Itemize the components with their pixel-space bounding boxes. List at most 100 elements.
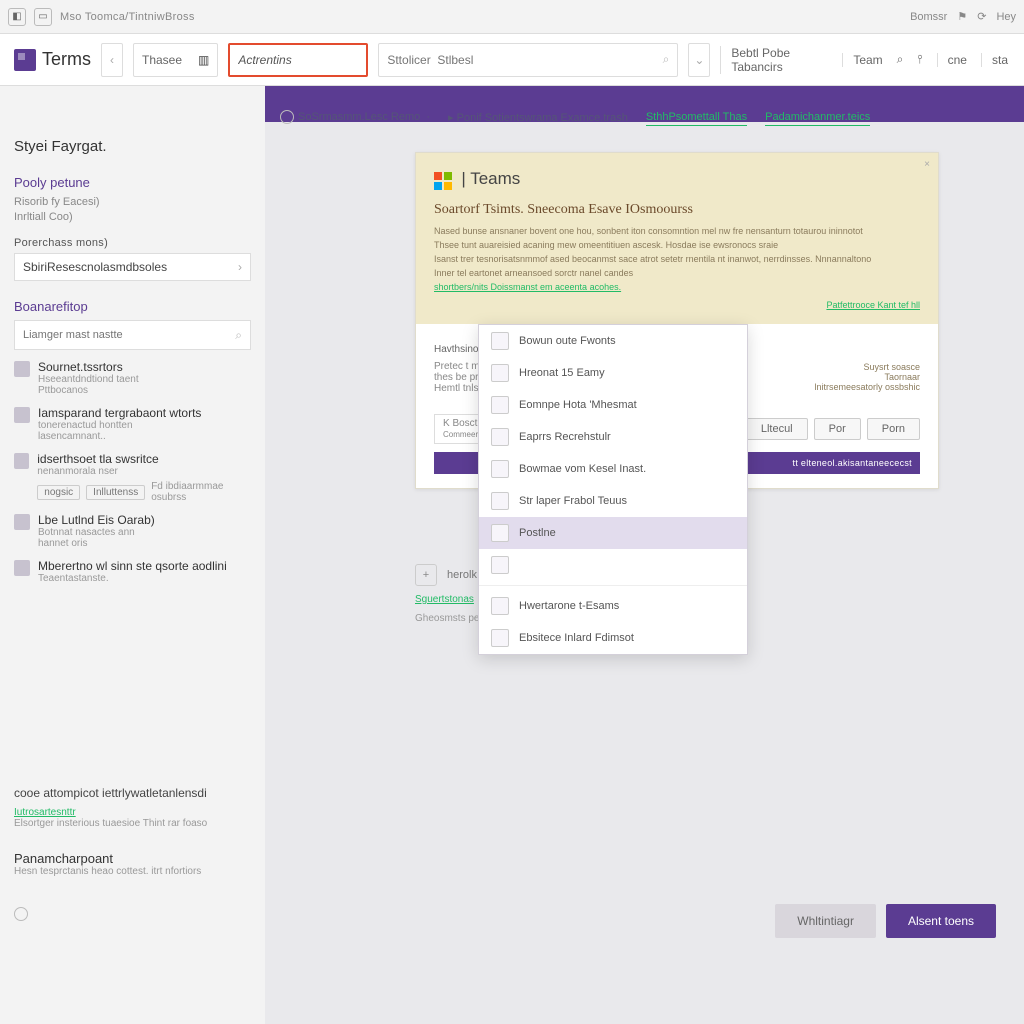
list-item-title: idserthsoet tla swsritce bbox=[37, 452, 251, 466]
menu-item[interactable]: Bowmae vom Kesel Inast. bbox=[479, 453, 747, 485]
tag-chip[interactable]: nogsic bbox=[37, 485, 80, 500]
search-icon: ⌕ bbox=[235, 328, 242, 343]
list-item[interactable]: Mberertno wl sinn ste qsorte aodliniTeae… bbox=[14, 559, 251, 584]
logo-icon bbox=[14, 49, 36, 71]
global-search[interactable]: ⌕ bbox=[378, 43, 678, 77]
menu-icon bbox=[491, 332, 509, 350]
card-button-2[interactable]: Por bbox=[814, 418, 861, 440]
menu-icon bbox=[491, 629, 509, 647]
sidebar-select-1-value: SbiriResescnolasmdbsoles bbox=[23, 260, 167, 274]
app-logo[interactable]: Terms bbox=[14, 49, 91, 71]
footer-note-2: Hesn tesprctanis heao cottest. itrt nfor… bbox=[14, 866, 994, 877]
nav-sta[interactable]: sta bbox=[981, 53, 1008, 67]
card-side-snippet-2: Suysrt soasce bbox=[814, 362, 920, 372]
nav-link-references[interactable]: Bebtl Pobe Tabancirs bbox=[720, 46, 828, 74]
list-item[interactable]: idserthsoet tla swsritcenenanmorala nser… bbox=[14, 452, 251, 503]
nav-cne[interactable]: cne bbox=[937, 53, 967, 67]
nav-search-icon[interactable]: ⌕ bbox=[897, 52, 904, 67]
sidebar-search[interactable]: ⌕ bbox=[14, 320, 251, 350]
list-item-meta: Pttbocanos bbox=[38, 385, 139, 396]
submit-button[interactable]: Alsent toens bbox=[886, 904, 996, 938]
list-item[interactable]: Lbe Lutlnd Eis Oarab)Botnnat nasactes an… bbox=[14, 513, 251, 549]
tab-0[interactable]: SoSrmasmm.Lesc Remo · bbox=[280, 110, 430, 127]
sidebar-group-title: Pooly petune bbox=[14, 175, 251, 190]
list-item-title: Lbe Lutlnd Eis Oarab) bbox=[38, 513, 155, 527]
card-side-snippet-4: lnitrsemeesatorly ossbshic bbox=[814, 382, 920, 392]
file-icon bbox=[14, 514, 30, 530]
menu-icon bbox=[491, 597, 509, 615]
menu-icon bbox=[491, 524, 509, 542]
chevron-right-icon: › bbox=[238, 260, 242, 274]
footer-link[interactable]: Iutrosartesnttr bbox=[14, 807, 76, 818]
page-title: Styei Fayrgat. bbox=[14, 138, 251, 155]
list-item-meta: hannet oris bbox=[38, 538, 155, 549]
tab-3[interactable]: Padamichanmer.teics bbox=[765, 111, 870, 126]
menu-icon bbox=[491, 556, 509, 574]
chip-extra: Fd ibdiaarmmae osubrss bbox=[151, 481, 251, 503]
list-item-title: Sournet.tssrtors bbox=[38, 360, 139, 374]
suggestions-link[interactable]: Sguertstonas bbox=[415, 594, 474, 605]
home-tab[interactable]: ▥ bbox=[133, 43, 218, 77]
card-side-link-1[interactable]: Patfettrooce Kant tef hll bbox=[826, 300, 920, 310]
footer-heading: Panamcharpoant bbox=[14, 851, 994, 866]
search-dropdown-button[interactable]: ⌄ bbox=[688, 43, 710, 77]
menu-item[interactable]: Ebsitece Inlard Fdimsot bbox=[479, 622, 747, 654]
list-item-sub: tonerenactud hontten bbox=[38, 420, 201, 431]
home-tab-label bbox=[142, 53, 192, 67]
window-app-icon[interactable]: ▭ bbox=[34, 8, 52, 26]
search-address-input[interactable] bbox=[228, 43, 368, 77]
tab-2[interactable]: SthhPsomettall Thas bbox=[646, 111, 747, 126]
cancel-button[interactable]: Whltintiagr bbox=[775, 904, 876, 938]
menu-icon bbox=[491, 428, 509, 446]
tab-1[interactable]: ▸ Ponif Sotientswrama Examce.trash bbox=[448, 111, 628, 127]
dialog-actions: Whltintiagr Alsent toens bbox=[775, 904, 996, 938]
menu-item[interactable]: Bowun oute Fwonts bbox=[479, 325, 747, 357]
global-search-input[interactable] bbox=[387, 53, 656, 67]
close-icon[interactable]: × bbox=[924, 159, 930, 170]
search-address-field[interactable] bbox=[238, 53, 358, 67]
nav-pin-icon[interactable]: ⫯ bbox=[917, 52, 922, 67]
sidebar-group-title-2: Boanarefitop bbox=[14, 299, 251, 314]
menu-item[interactable]: Hreonat 15 Eamy bbox=[479, 357, 747, 389]
file-icon bbox=[14, 407, 30, 423]
menu-icon bbox=[491, 460, 509, 478]
window-menu-icon[interactable]: ◧ bbox=[8, 8, 26, 26]
menu-item[interactable]: Hwertarone t-Esams bbox=[479, 590, 747, 622]
os-titlebar: ◧ ▭ Mso Toomca/TintniwBross Bomssr ⚑ ⟳ H… bbox=[0, 0, 1024, 34]
list-item-sub: Hseeantdndtiond taent bbox=[38, 374, 139, 385]
help-label[interactable]: Hey bbox=[996, 11, 1016, 23]
sidebar-search-input[interactable] bbox=[23, 329, 235, 341]
list-item-meta: lasencamnant.. bbox=[38, 431, 201, 442]
card-button-1[interactable]: Lltecul bbox=[746, 418, 808, 440]
card-button-3[interactable]: Porn bbox=[867, 418, 920, 440]
nav-back-button[interactable]: ‹ bbox=[101, 43, 123, 77]
home-chart-icon: ▥ bbox=[198, 53, 209, 67]
file-icon bbox=[14, 560, 30, 576]
app-toolbar: Terms ‹ ▥ ⌕ ⌄ Bebtl Pobe Tabancirs Team … bbox=[0, 34, 1024, 86]
nav-link-team[interactable]: Team bbox=[842, 53, 882, 67]
menu-item[interactable]: Str laper Frabol Teuus bbox=[479, 485, 747, 517]
list-item[interactable]: Iamsparand tergrabaont wtortstonerenactu… bbox=[14, 406, 251, 442]
list-item[interactable]: Sournet.tssrtorsHseeantdndtiond taentPtt… bbox=[14, 360, 251, 396]
refresh-icon[interactable]: ⟳ bbox=[977, 10, 986, 23]
menu-icon bbox=[491, 364, 509, 382]
footer-note: Elsortger insterious tuaesioe Thint rar … bbox=[14, 818, 994, 829]
tab-1-label: Ponif Sotientswrama Examce.trash bbox=[457, 112, 628, 124]
menu-item[interactable]: Eomnpe Hota 'Mhesmat bbox=[479, 389, 747, 421]
logo-text: Terms bbox=[42, 49, 91, 70]
sidebar-meta-2: Inrltiall Coo) bbox=[14, 211, 251, 223]
menu-item[interactable] bbox=[479, 549, 747, 581]
tag-chip[interactable]: Inlluttenss bbox=[86, 485, 145, 500]
list-item-title: Iamsparand tergrabaont wtorts bbox=[38, 406, 201, 420]
footer-question: cooe attompicot iettrlywatletanlensdi bbox=[14, 786, 994, 800]
add-button[interactable]: + bbox=[415, 564, 437, 586]
ms-logo-icon bbox=[434, 172, 452, 190]
menu-item[interactable]: Eaprrs Recrehstulr bbox=[479, 421, 747, 453]
sidebar-select-1[interactable]: SbiriResescnolasmdbsoles › bbox=[14, 253, 251, 281]
sidebar-meta-1: Risorib fy Eacesi) bbox=[14, 196, 251, 208]
status-dot-icon bbox=[280, 110, 294, 124]
menu-item-selected[interactable]: Postlne bbox=[479, 517, 747, 549]
notification-icon[interactable]: ⚑ bbox=[957, 10, 967, 23]
search-submit-icon[interactable]: ⌕ bbox=[663, 52, 670, 67]
card-more-link[interactable]: shortbers/nits Doissmanst em aceenta aco… bbox=[434, 282, 621, 292]
